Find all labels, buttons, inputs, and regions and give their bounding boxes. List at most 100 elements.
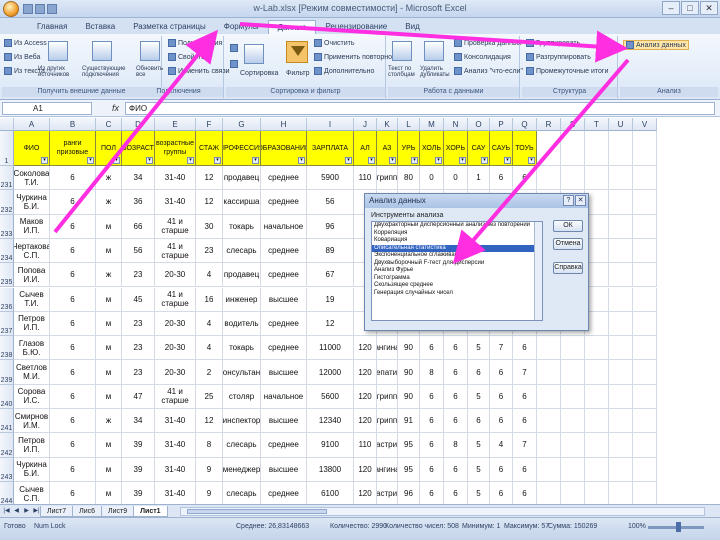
table-cell[interactable]: 6 bbox=[420, 433, 444, 458]
sort-button[interactable] bbox=[244, 44, 264, 64]
table-cell[interactable]: м bbox=[96, 384, 122, 409]
table-cell[interactable] bbox=[609, 409, 633, 434]
table-cell[interactable]: 2 bbox=[196, 360, 223, 385]
list-item[interactable]: Скользящее среднее bbox=[372, 282, 542, 290]
help-icon[interactable]: ? bbox=[563, 195, 574, 206]
table-cell[interactable]: 6 bbox=[513, 336, 537, 361]
filter-dropdown-icon[interactable]: ▾ bbox=[214, 157, 221, 164]
table-cell[interactable]: 6 bbox=[490, 457, 513, 482]
table-cell[interactable]: 19 bbox=[307, 287, 354, 312]
table-cell[interactable]: 95 bbox=[398, 457, 420, 482]
ungroup-button[interactable]: Разгруппировать bbox=[526, 53, 591, 61]
table-cell[interactable] bbox=[609, 190, 633, 215]
maximize-button[interactable]: □ bbox=[681, 1, 699, 15]
row-header[interactable]: 231 bbox=[0, 166, 14, 191]
row-header[interactable]: 238 bbox=[0, 336, 14, 361]
zoom-knob[interactable] bbox=[676, 522, 681, 532]
close-button[interactable]: ✕ bbox=[700, 1, 718, 15]
table-cell[interactable]: 31-40 bbox=[155, 166, 196, 191]
scroll-thumb[interactable] bbox=[187, 509, 327, 514]
table-cell[interactable]: 120 bbox=[354, 481, 377, 504]
table-cell[interactable]: 34 bbox=[122, 409, 155, 434]
table-cell[interactable] bbox=[537, 360, 561, 385]
table-cell[interactable]: 90 bbox=[398, 360, 420, 385]
horizontal-scrollbar[interactable] bbox=[180, 507, 705, 516]
table-cell[interactable]: среднее bbox=[261, 238, 307, 264]
table-cell[interactable]: 41 и старше bbox=[155, 214, 196, 239]
table-cell[interactable] bbox=[633, 311, 657, 337]
filter-dropdown-icon[interactable]: ▾ bbox=[187, 157, 194, 164]
table-cell[interactable]: м bbox=[96, 457, 122, 482]
table-cell[interactable]: 4 bbox=[196, 263, 223, 288]
table-cell[interactable]: 6 bbox=[420, 336, 444, 361]
table-cell[interactable]: ангина bbox=[377, 457, 398, 482]
table-cell[interactable]: м bbox=[96, 214, 122, 239]
table-cell[interactable]: 90 bbox=[398, 384, 420, 409]
table-cell[interactable] bbox=[561, 433, 585, 458]
column-header[interactable]: I bbox=[307, 118, 354, 131]
table-cell[interactable] bbox=[633, 263, 657, 288]
column-header[interactable]: U bbox=[609, 118, 633, 131]
table-cell[interactable]: 6 bbox=[468, 360, 490, 385]
column-header[interactable]: A bbox=[14, 118, 50, 131]
table-cell[interactable]: 6 bbox=[490, 360, 513, 385]
list-item[interactable]: Экспоненциальное сглаживание bbox=[372, 252, 542, 260]
table-cell[interactable]: 31-40 bbox=[155, 457, 196, 482]
table-cell[interactable]: гастрит bbox=[377, 481, 398, 504]
empty-cell[interactable] bbox=[537, 131, 561, 166]
table-cell[interactable] bbox=[633, 360, 657, 385]
table-cell[interactable]: 12 bbox=[196, 190, 223, 215]
table-cell[interactable]: продавец bbox=[223, 166, 261, 191]
row-header[interactable]: 244 bbox=[0, 481, 14, 504]
filter-dropdown-icon[interactable]: ▾ bbox=[113, 157, 120, 164]
table-cell[interactable]: Сорова И.С. bbox=[14, 384, 50, 409]
table-cell[interactable]: 6 bbox=[444, 457, 468, 482]
table-cell[interactable]: столяр bbox=[223, 384, 261, 409]
table-cell[interactable]: 5900 bbox=[307, 166, 354, 191]
table-cell[interactable]: 31-40 bbox=[155, 190, 196, 215]
column-header[interactable]: R bbox=[537, 118, 561, 131]
header-cell[interactable]: ХОЛЬ ▾ bbox=[420, 131, 444, 166]
header-cell[interactable]: УРЬ ▾ bbox=[398, 131, 420, 166]
table-cell[interactable]: среднее bbox=[261, 190, 307, 215]
table-cell[interactable]: 6 bbox=[50, 287, 96, 312]
table-cell[interactable] bbox=[561, 336, 585, 361]
table-cell[interactable]: 6100 bbox=[307, 481, 354, 504]
table-cell[interactable]: инженер bbox=[223, 287, 261, 312]
consolidate-button[interactable]: Консолидация bbox=[454, 53, 511, 61]
list-item[interactable]: Двухфакторный дисперсионный анализ без п… bbox=[372, 222, 542, 230]
table-cell[interactable]: 6 bbox=[444, 481, 468, 504]
table-cell[interactable]: 31-40 bbox=[155, 409, 196, 434]
column-header[interactable]: M bbox=[420, 118, 444, 131]
spreadsheet-grid[interactable]: A B C D E F G H I J K L M N O P Q R S T U V 1 ФИО ▾ ранги призовы… bbox=[0, 118, 720, 504]
list-item[interactable]: Ковариация bbox=[372, 237, 542, 245]
table-cell[interactable]: 6 bbox=[490, 409, 513, 434]
table-cell[interactable]: 6 bbox=[444, 409, 468, 434]
row-header[interactable]: 241 bbox=[0, 409, 14, 434]
table-cell[interactable]: грипп bbox=[377, 384, 398, 409]
table-cell[interactable]: 6 bbox=[50, 457, 96, 482]
filter-dropdown-icon[interactable]: ▾ bbox=[481, 157, 488, 164]
list-item[interactable]: Описательная статистика bbox=[372, 244, 542, 252]
list-item[interactable]: Генерация случайных чисел bbox=[372, 290, 542, 298]
table-cell[interactable]: 23 bbox=[122, 311, 155, 337]
table-cell[interactable]: м bbox=[96, 433, 122, 458]
tab-formulas[interactable]: Формулы bbox=[215, 20, 268, 34]
data-validation-button[interactable]: Проверка данных bbox=[454, 39, 522, 47]
table-cell[interactable]: 16 bbox=[196, 287, 223, 312]
sheet-tab[interactable]: Лис6 bbox=[72, 505, 103, 517]
table-cell[interactable]: 31-40 bbox=[155, 433, 196, 458]
table-cell[interactable]: высшее bbox=[261, 360, 307, 385]
list-scrollbar[interactable] bbox=[534, 222, 542, 320]
table-cell[interactable]: 45 bbox=[122, 287, 155, 312]
table-cell[interactable]: слесарь bbox=[223, 481, 261, 504]
table-cell[interactable]: 6 bbox=[513, 409, 537, 434]
table-cell[interactable] bbox=[561, 409, 585, 434]
table-cell[interactable]: 6 bbox=[50, 190, 96, 215]
filter-dropdown-icon[interactable]: ▾ bbox=[459, 157, 466, 164]
table-cell[interactable] bbox=[609, 433, 633, 458]
table-cell[interactable]: 12340 bbox=[307, 409, 354, 434]
row-header[interactable]: 237 bbox=[0, 311, 14, 337]
formula-input[interactable]: ФИО bbox=[125, 101, 716, 115]
table-cell[interactable]: среднее bbox=[261, 481, 307, 504]
